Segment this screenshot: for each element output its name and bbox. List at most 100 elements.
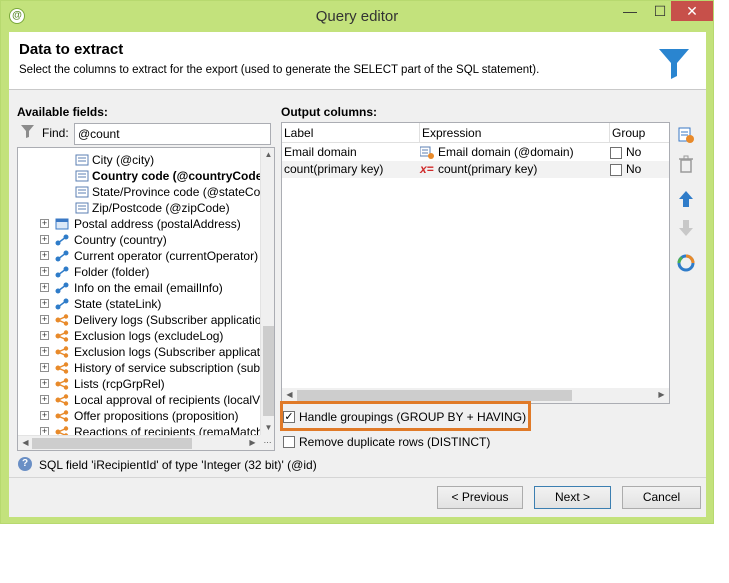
- expand-icon[interactable]: +: [40, 347, 49, 356]
- expand-icon[interactable]: +: [40, 379, 49, 388]
- field-icon: [75, 170, 89, 182]
- add-field-icon[interactable]: [677, 126, 695, 144]
- list-item[interactable]: City (@city): [18, 152, 260, 168]
- move-up-icon[interactable]: [677, 190, 695, 208]
- list-item[interactable]: + Lists (rcpGrpRel): [18, 376, 260, 392]
- list-item[interactable]: State/Province code (@stateCod: [18, 184, 267, 200]
- field-icon: [75, 202, 89, 214]
- scroll-down-icon[interactable]: ▼: [261, 421, 274, 435]
- tree-item-label: Postal address (postalAddress): [74, 217, 241, 231]
- table-row[interactable]: Email domain Email domain (@domain) No: [282, 144, 669, 161]
- expand-icon[interactable]: +: [40, 251, 49, 260]
- collection-icon: [55, 346, 69, 358]
- expand-icon[interactable]: +: [40, 235, 49, 244]
- status-text: SQL field 'iRecipientId' of type 'Intege…: [39, 458, 317, 472]
- collection-icon: [55, 378, 69, 390]
- expand-icon[interactable]: +: [40, 411, 49, 420]
- expand-icon[interactable]: +: [40, 219, 49, 228]
- scroll-left-icon[interactable]: ◀: [282, 388, 297, 402]
- column-header-expression[interactable]: Expression: [420, 123, 610, 143]
- handle-groupings-label: Handle groupings (GROUP BY + HAVING): [299, 410, 527, 424]
- scroll-left-icon[interactable]: ◀: [18, 436, 33, 450]
- tree-item-label: State/Province code (@stateCod: [92, 185, 267, 199]
- tree-item-label: History of service subscription (sub: [74, 361, 261, 375]
- scroll-right-icon[interactable]: ▶: [245, 436, 260, 450]
- expand-icon[interactable]: +: [40, 267, 49, 276]
- tree-scroll-thumb[interactable]: [263, 326, 274, 416]
- handle-groupings-checkbox[interactable]: ✓: [283, 411, 295, 423]
- list-item[interactable]: + History of service subscription (sub: [18, 360, 260, 376]
- available-fields-label: Available fields:: [17, 105, 108, 119]
- formula-icon: x=: [420, 162, 434, 176]
- find-input[interactable]: [74, 123, 271, 145]
- cancel-button[interactable]: Cancel: [622, 486, 701, 509]
- available-fields-tree[interactable]: City (@city) Country code (@countryCode) S…: [17, 147, 275, 451]
- tree-vertical-scrollbar[interactable]: ▲ ▼: [260, 148, 274, 435]
- row-expression: Email domain (@domain): [438, 145, 574, 159]
- remove-duplicates-checkbox[interactable]: [283, 436, 295, 448]
- title-bar[interactable]: @ Query editor — ☐ ✕: [1, 1, 713, 32]
- list-item[interactable]: + Delivery logs (Subscriber applicatio: [18, 312, 261, 328]
- expand-icon[interactable]: +: [40, 315, 49, 324]
- tree-item-label: Info on the email (emailInfo): [74, 281, 223, 295]
- grid-hscroll-thumb[interactable]: [297, 390, 572, 401]
- page-title: Data to extract: [19, 41, 124, 58]
- scroll-right-icon[interactable]: ▶: [654, 388, 669, 402]
- more-icon[interactable]: ⋯: [260, 435, 274, 450]
- link-icon: [55, 298, 69, 310]
- tree-hscroll-thumb[interactable]: [32, 438, 192, 449]
- list-item[interactable]: + Exclusion logs (Subscriber applicati: [18, 344, 263, 360]
- remove-duplicates-label: Remove duplicate rows (DISTINCT): [299, 435, 491, 449]
- window-title: Query editor: [315, 8, 399, 25]
- output-columns-grid[interactable]: Label Expression Group Email domain Emai…: [281, 122, 670, 404]
- expand-icon[interactable]: +: [40, 283, 49, 292]
- list-item[interactable]: + Exclusion logs (excludeLog): [18, 328, 260, 344]
- list-item[interactable]: + Offer propositions (proposition): [18, 408, 260, 424]
- list-item[interactable]: + Postal address (postalAddress): [18, 216, 260, 232]
- list-item[interactable]: Country code (@countryCode): [18, 168, 266, 184]
- collection-icon: [55, 362, 69, 374]
- tree-item-label: Exclusion logs (excludeLog): [74, 329, 224, 343]
- scroll-up-icon[interactable]: ▲: [261, 148, 274, 162]
- list-item[interactable]: + Local approval of recipients (localV: [18, 392, 260, 408]
- table-icon: [55, 218, 69, 230]
- move-down-icon[interactable]: [677, 219, 695, 237]
- field-icon: [75, 186, 89, 198]
- column-header-group[interactable]: Group: [610, 123, 669, 143]
- page-subtitle: Select the columns to extract for the ex…: [19, 64, 540, 76]
- list-item[interactable]: Zip/Postcode (@zipCode): [18, 200, 260, 216]
- tree-item-label: Local approval of recipients (localV: [74, 393, 261, 407]
- dialog-body: Data to extract Select the columns to ex…: [9, 32, 706, 517]
- list-item[interactable]: + Current operator (currentOperator): [18, 248, 260, 264]
- expand-icon[interactable]: +: [40, 395, 49, 404]
- expand-icon[interactable]: +: [40, 363, 49, 372]
- previous-button[interactable]: < Previous: [437, 486, 523, 509]
- expand-icon[interactable]: +: [40, 331, 49, 340]
- minimize-icon[interactable]: —: [616, 1, 644, 21]
- expand-icon[interactable]: +: [40, 299, 49, 308]
- help-icon: ?: [18, 457, 32, 471]
- list-item[interactable]: + Info on the email (emailInfo): [18, 280, 260, 296]
- tree-item-label: Exclusion logs (Subscriber applicati: [74, 345, 263, 359]
- link-icon: [55, 266, 69, 278]
- table-row[interactable]: count(primary key) x= count(primary key)…: [282, 161, 669, 178]
- collection-icon: [55, 330, 69, 342]
- separator: [9, 477, 706, 478]
- delete-icon[interactable]: [677, 155, 695, 173]
- list-item[interactable]: + State (stateLink): [18, 296, 260, 312]
- maximize-icon[interactable]: ☐: [646, 1, 674, 21]
- collection-icon: [55, 410, 69, 422]
- query-editor-window: @ Query editor — ☐ ✕ Data to extract Sel…: [0, 0, 714, 524]
- tree-item-label: Country (country): [74, 233, 167, 247]
- group-checkbox[interactable]: [610, 164, 622, 176]
- list-item[interactable]: + Folder (folder): [18, 264, 260, 280]
- column-header-label[interactable]: Label: [282, 123, 420, 143]
- tree-horizontal-scrollbar[interactable]: ◀ ▶: [18, 435, 260, 450]
- list-item[interactable]: + Country (country): [18, 232, 260, 248]
- find-label: Find:: [42, 126, 69, 140]
- group-checkbox[interactable]: [610, 147, 622, 159]
- row-label: count(primary key): [284, 162, 384, 176]
- next-button[interactable]: Next >: [534, 486, 611, 509]
- close-icon[interactable]: ✕: [671, 1, 713, 21]
- distribution-icon[interactable]: [677, 254, 695, 272]
